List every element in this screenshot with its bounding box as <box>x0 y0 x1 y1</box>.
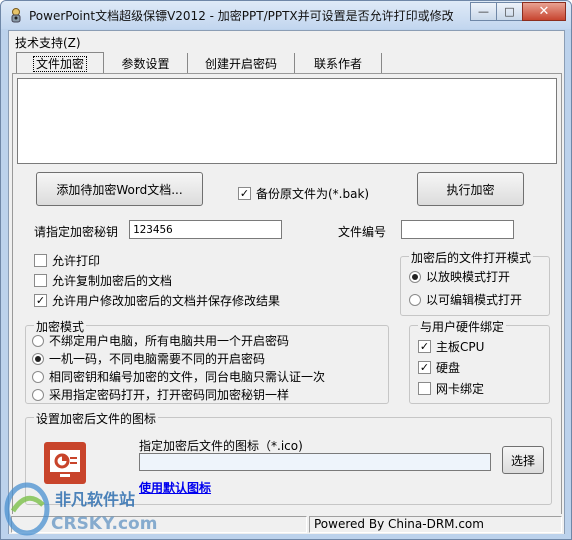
encrypt-mode-option-3[interactable]: 相同密钥和编号加密的文件，同台电脑只需认证一次 <box>32 368 325 385</box>
key-input[interactable]: 123456 <box>129 220 282 239</box>
icon-path-label: 指定加密后文件的图标（*.ico) <box>139 439 303 453</box>
encrypt-mode-option-1-label: 不绑定用户电脑，所有电脑共用一个开启密码 <box>49 334 290 348</box>
allow-modify-checkbox[interactable]: ✓ 允许用户修改加密后的文档并保存修改结果 <box>34 292 280 309</box>
key-label: 请指定加密秘钥 <box>34 225 119 239</box>
bind-nic-checkbox[interactable]: 网卡绑定 <box>418 380 484 397</box>
open-mode-group: 加密后的文件打开模式 以放映模式打开 以可编辑模式打开 <box>400 249 550 316</box>
powerpoint-file-icon <box>44 442 86 484</box>
minimize-icon[interactable]: — <box>470 2 497 21</box>
open-mode-editable-label: 以可编辑模式打开 <box>426 293 523 307</box>
encrypt-mode-option-2-label: 一机一码，不同电脑需要不同的开启密码 <box>49 352 266 366</box>
watermark-logo: 非凡软件站 CRSKY.com <box>4 482 157 536</box>
open-mode-slideshow-dot[interactable] <box>409 270 421 283</box>
window-title: PowerPoint文档超级保镖V2012 - 加密PPT/PPTX并可设置是否… <box>29 9 454 23</box>
add-files-button[interactable]: 添加待加密Word文档... <box>36 172 203 206</box>
icon-settings-title: 设置加密后文件的图标 <box>34 410 159 427</box>
allow-modify-box[interactable]: ✓ <box>34 294 47 307</box>
backup-checkbox-label: 备份原文件为(*.bak) <box>256 187 370 201</box>
app-window: PowerPoint文档超级保镖V2012 - 加密PPT/PPTX并可设置是否… <box>0 0 572 540</box>
encrypt-mode-option-2[interactable]: 一机一码，不同电脑需要不同的开启密码 <box>32 350 265 367</box>
bind-disk-checkbox[interactable]: ✓ 硬盘 <box>418 359 460 376</box>
encrypt-mode-option-1[interactable]: 不绑定用户电脑，所有电脑共用一个开启密码 <box>32 332 289 349</box>
encrypt-mode-option-3-dot[interactable] <box>32 370 44 383</box>
watermark-domain: CRSKY.com <box>51 514 157 534</box>
bind-nic-label: 网卡绑定 <box>436 382 485 396</box>
hardware-bind-title: 与用户硬件绑定 <box>418 318 507 335</box>
bind-nic-box[interactable] <box>418 382 431 395</box>
bind-cpu-checkbox[interactable]: ✓ 主板CPU <box>418 338 484 355</box>
open-mode-title: 加密后的文件打开模式 <box>409 249 534 266</box>
encrypt-mode-option-1-dot[interactable] <box>32 334 44 347</box>
backup-checkbox[interactable]: ✓ 备份原文件为(*.bak) <box>238 185 369 202</box>
tab-params[interactable]: 参数设置 <box>104 53 188 73</box>
file-list[interactable] <box>17 78 557 164</box>
bind-disk-box[interactable]: ✓ <box>418 361 431 374</box>
allow-copy-box[interactable] <box>34 274 47 287</box>
icon-path-input[interactable] <box>139 453 491 471</box>
bind-cpu-box[interactable]: ✓ <box>418 340 431 353</box>
status-powered-by: Powered By China-DRM.com <box>309 516 562 533</box>
client-area: 技术支持(Z) 文件加密 参数设置 创建开启密码 联系作者 添加待加密Word文… <box>8 30 565 534</box>
allow-copy-label: 允许复制加密后的文档 <box>52 274 173 288</box>
title-bar[interactable]: PowerPoint文档超级保镖V2012 - 加密PPT/PPTX并可设置是否… <box>1 1 571 29</box>
watermark-brand: 非凡软件站 <box>55 490 135 509</box>
tab-panel: 添加待加密Word文档... ✓ 备份原文件为(*.bak) 执行加密 请指定加… <box>12 73 562 523</box>
encrypt-mode-option-2-dot[interactable] <box>32 352 44 365</box>
open-mode-editable-dot[interactable] <box>409 293 421 306</box>
file-no-label: 文件编号 <box>338 225 387 239</box>
allow-modify-label: 允许用户修改加密后的文档并保存修改结果 <box>52 294 281 308</box>
open-mode-slideshow-label: 以放映模式打开 <box>426 270 511 284</box>
hardware-bind-group: 与用户硬件绑定 ✓ 主板CPU ✓ 硬盘 网卡绑定 <box>409 318 550 404</box>
close-icon[interactable]: ✕ <box>522 2 566 21</box>
backup-checkbox-box[interactable]: ✓ <box>238 187 251 200</box>
encrypt-mode-group: 加密模式 不绑定用户电脑，所有电脑共用一个开启密码 一机一码，不同电脑需要不同的… <box>25 318 389 404</box>
encrypt-mode-option-4[interactable]: 采用指定密码打开，打开密码同加密秘钥一样 <box>32 386 289 403</box>
encrypt-mode-option-4-label: 采用指定密码打开，打开密码同加密秘钥一样 <box>49 388 290 402</box>
menu-tech-support[interactable]: 技术支持(Z) <box>15 34 81 51</box>
tab-strip: 文件加密 参数设置 创建开启密码 联系作者 <box>12 52 562 74</box>
encrypt-mode-option-3-label: 相同密钥和编号加密的文件，同台电脑只需认证一次 <box>49 370 326 384</box>
tab-file-encrypt[interactable]: 文件加密 <box>16 52 104 74</box>
allow-print-box[interactable] <box>34 254 47 267</box>
execute-encrypt-button[interactable]: 执行加密 <box>417 172 524 206</box>
menu-bar: 技术支持(Z) <box>9 31 564 51</box>
file-no-input[interactable] <box>401 220 514 239</box>
app-icon <box>11 8 21 23</box>
bind-cpu-label: 主板CPU <box>436 340 485 354</box>
browse-icon-button[interactable]: 选择 <box>502 446 544 474</box>
allow-print-checkbox[interactable]: 允许打印 <box>34 252 100 269</box>
allow-print-label: 允许打印 <box>52 254 101 268</box>
maximize-icon[interactable]: □ <box>496 2 523 21</box>
open-mode-editable-radio[interactable]: 以可编辑模式打开 <box>409 291 522 308</box>
encrypt-mode-option-4-dot[interactable] <box>32 388 44 401</box>
allow-copy-checkbox[interactable]: 允许复制加密后的文档 <box>34 272 172 289</box>
bind-disk-label: 硬盘 <box>436 361 461 375</box>
tab-create-password[interactable]: 创建开启密码 <box>188 53 295 73</box>
tab-contact-author[interactable]: 联系作者 <box>295 53 382 73</box>
open-mode-slideshow-radio[interactable]: 以放映模式打开 <box>409 268 510 285</box>
